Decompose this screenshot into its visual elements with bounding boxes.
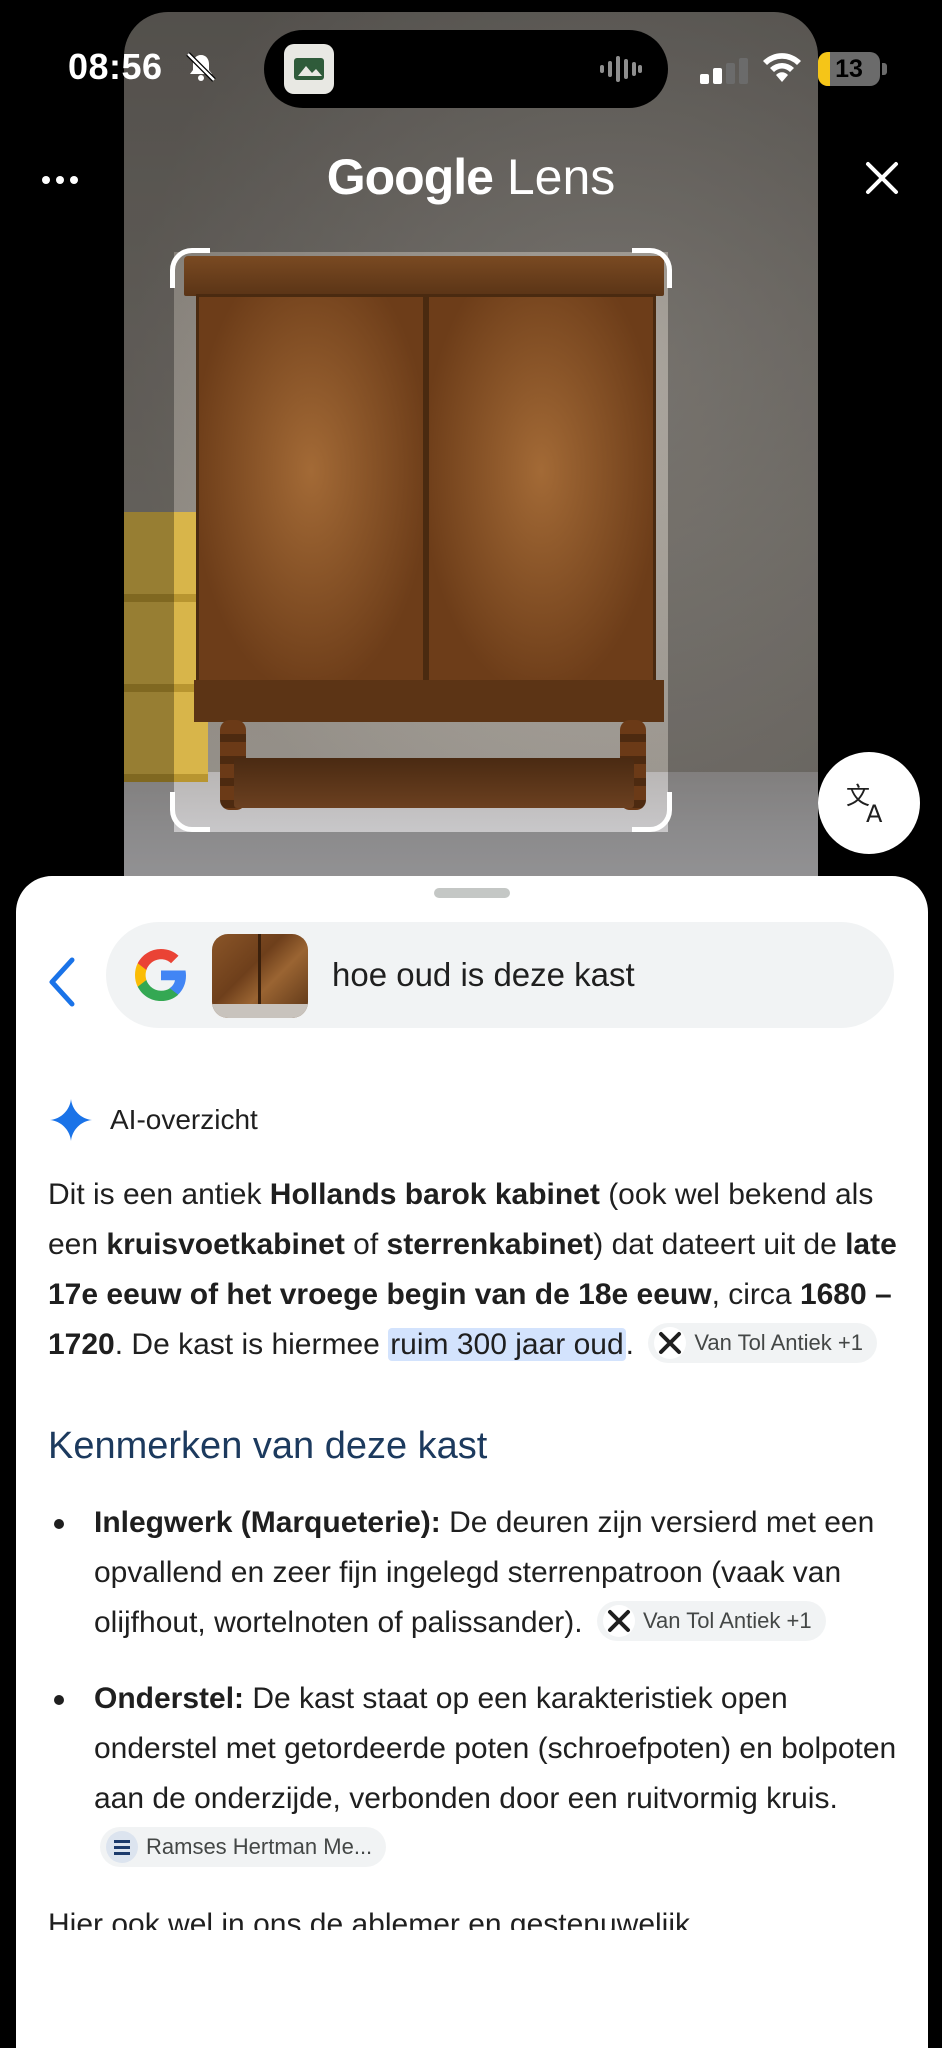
battery-indicator: 13: [818, 52, 888, 86]
title-brand: Google: [326, 149, 494, 205]
intro-text: Dit is een antiek: [48, 1178, 270, 1211]
intro-text: , circa: [711, 1278, 800, 1311]
wifi-icon: [763, 53, 801, 82]
query-image-thumbnail[interactable]: [212, 934, 308, 1018]
captured-photo: [124, 12, 818, 892]
ai-overview-label: AI-overzicht: [110, 1104, 258, 1135]
source-chip-label: Ramses Hertman Me...: [146, 1834, 373, 1860]
intro-text: . De kast is hiermee: [114, 1328, 389, 1361]
sparkle-icon: [50, 1099, 92, 1141]
cabinet-door-right: [426, 294, 656, 686]
intro-text: .: [625, 1328, 634, 1361]
list-item: Inlegwerk (Marqueterie): De deuren zijn …: [48, 1498, 908, 1648]
selection-corner-handle[interactable]: [632, 248, 672, 288]
back-arrow-icon[interactable]: [42, 952, 82, 1012]
app-title: Google Lens: [0, 148, 942, 206]
highlighted-answer[interactable]: ruim 300 jaar oud: [388, 1328, 626, 1361]
intro-text: of: [344, 1228, 387, 1261]
selection-corner-handle[interactable]: [170, 792, 210, 832]
source-chip[interactable]: Ramses Hertman Me...: [100, 1827, 387, 1868]
source-logo-icon: [602, 1605, 635, 1638]
bell-slash-icon: [186, 52, 216, 82]
close-icon[interactable]: [862, 158, 902, 198]
search-query-text[interactable]: hoe oud is deze kast: [332, 922, 635, 1028]
source-logo-icon: [106, 1831, 138, 1864]
cabinet-cornice: [184, 256, 664, 296]
feature-list: Inlegwerk (Marqueterie): De deuren zijn …: [48, 1498, 908, 1874]
google-g-logo: [135, 949, 186, 1001]
intro-bold: Hollands barok kabinet: [269, 1178, 600, 1211]
cabinet-stretcher: [234, 758, 634, 808]
source-chip[interactable]: Van Tol Antiek +1: [648, 1323, 877, 1364]
ai-intro-paragraph: Dit is een antiek Hollands barok kabinet…: [48, 1170, 908, 1370]
selection-corner-handle[interactable]: [170, 248, 210, 288]
svg-text:A: A: [866, 800, 883, 828]
status-bar: 08:56 13: [0, 0, 942, 130]
source-chip-label: Van Tol Antiek +1: [694, 1330, 863, 1356]
source-chip[interactable]: Van Tol Antiek +1: [596, 1601, 826, 1642]
source-logo-icon: [654, 1327, 687, 1360]
list-item: Onderstel: De kast staat op een karakter…: [48, 1674, 908, 1874]
cellular-signal-icon: [700, 58, 748, 84]
app-activity-icon: [284, 44, 334, 94]
translate-icon: 文 A: [846, 782, 883, 828]
battery-level: 13: [835, 55, 863, 83]
intro-bold: sterrenkabinet: [386, 1228, 594, 1261]
source-chip-label: Van Tol Antiek +1: [642, 1608, 812, 1634]
cabinet-door-left: [196, 294, 426, 686]
cabinet-base: [194, 680, 664, 722]
ai-overview-header: AI-overzicht: [50, 1098, 258, 1142]
feature-title: Inlegwerk (Marqueterie):: [94, 1506, 441, 1539]
title-product: Lens: [506, 149, 616, 205]
intro-text: ) dat dateert uit de: [593, 1228, 846, 1261]
translate-button[interactable]: 文 A: [818, 752, 920, 854]
cabinet-body: [196, 294, 656, 686]
ai-overview-content: Dit is een antiek Hollands barok kabinet…: [48, 1170, 908, 1930]
sheet-drag-handle[interactable]: [434, 888, 510, 898]
search-bar[interactable]: hoe oud is deze kast: [106, 922, 894, 1028]
truncated-text: Hier ook wel in ons de ablemer en gesten…: [48, 1908, 691, 1930]
section-title: Kenmerken van deze kast: [48, 1425, 488, 1467]
audio-wave-icon: [600, 56, 642, 82]
results-sheet[interactable]: hoe oud is deze kast AI-overzicht Dit is…: [16, 876, 928, 2048]
dynamic-island[interactable]: [264, 30, 668, 108]
status-time: 08:56: [68, 46, 163, 87]
feature-title: Onderstel:: [94, 1682, 245, 1715]
intro-bold: kruisvoetkabinet: [106, 1228, 345, 1261]
